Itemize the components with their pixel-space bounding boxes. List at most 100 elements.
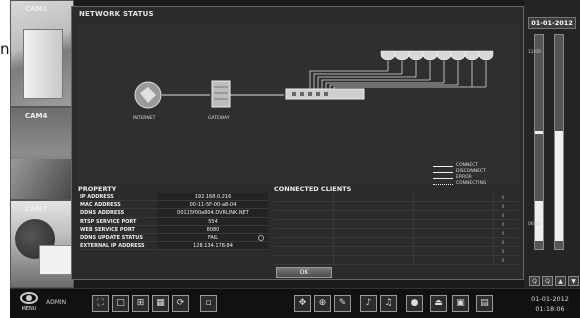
menu-button[interactable]: MENU <box>16 291 42 317</box>
camera-tile-4[interactable]: CAM4 <box>10 107 74 200</box>
property-value: 00115f00a804.DVRLINK.NET <box>158 209 268 217</box>
property-key: DDNS ADDRESS <box>80 210 125 217</box>
client-cell <box>414 193 494 202</box>
system-datetime: 01-01-2012 01:18:06 <box>522 294 578 314</box>
client-row: X <box>274 202 518 211</box>
client-cell <box>334 202 414 211</box>
property-row: IP ADDRESS 192.168.0.216 <box>78 193 268 202</box>
network-icon[interactable]: ▣ <box>452 295 469 312</box>
client-cell <box>274 220 334 229</box>
camera-icons <box>309 50 494 89</box>
client-cell <box>274 211 334 220</box>
property-value: 00-11-5F-00-a8-04 <box>158 201 268 209</box>
microphone-icon[interactable]: ♫ <box>380 295 397 312</box>
zoom-in-button[interactable]: Q <box>542 276 553 286</box>
client-cell <box>334 229 414 238</box>
client-cell <box>274 238 334 247</box>
ok-button[interactable]: OK <box>276 267 332 278</box>
client-cell <box>414 229 494 238</box>
edit-icon[interactable]: ✎ <box>334 295 351 312</box>
disconnect-client-button[interactable]: X <box>494 238 512 247</box>
property-row: MAC ADDRESS 00-11-5F-00-a8-04 <box>78 201 268 210</box>
zoom-icon[interactable]: ⊕ <box>314 295 331 312</box>
menu-label: MENU <box>21 306 37 312</box>
timeline-bar-left[interactable] <box>534 34 544 250</box>
client-cell <box>274 247 334 256</box>
clients-header: CONNECTED CLIENTS <box>274 185 352 193</box>
client-row: X <box>274 220 518 229</box>
network-topology <box>134 50 494 109</box>
disconnect-client-button[interactable]: X <box>494 247 512 256</box>
refresh-icon[interactable] <box>258 234 264 241</box>
camera-4-label: CAM4 <box>25 112 48 120</box>
property-key: EXTERNAL IP ADDRESS <box>80 243 145 250</box>
property-row: RTSP SERVICE PORT 554 <box>78 217 268 226</box>
dialog-title: NETWORK STATUS <box>79 10 154 18</box>
ptz-off-icon[interactable]: ▫ <box>200 295 217 312</box>
client-cell <box>334 238 414 247</box>
property-row: EXTERNAL IP ADDRESS 128.134.178.84 <box>78 242 268 251</box>
client-row: X <box>274 256 518 265</box>
client-cell <box>274 202 334 211</box>
client-cell <box>414 256 494 265</box>
network-diagram: INTERNET GATEWAY CONNECT DISCONNECT ERRO… <box>78 23 519 186</box>
fullscreen-icon[interactable]: ⛶ <box>92 295 109 312</box>
timeline-tick-label: 12:00 <box>528 50 541 55</box>
disconnect-client-button[interactable]: X <box>494 229 512 238</box>
client-cell <box>414 211 494 220</box>
switch-icon <box>285 88 365 100</box>
sequence-icon[interactable]: ⟳ <box>172 295 189 312</box>
scroll-up-button[interactable]: ▲ <box>555 276 566 286</box>
scroll-down-button[interactable]: ▼ <box>568 276 579 286</box>
legend-swatch <box>433 177 453 179</box>
property-key: DDNS UPDATE STATUS <box>80 234 143 241</box>
quad-view-icon[interactable]: ⊞ <box>132 295 149 312</box>
timeline-panel <box>524 0 580 288</box>
timeline-date[interactable]: 01-01-2012 <box>528 17 576 29</box>
eye-icon <box>20 292 38 304</box>
camera-tile-7[interactable]: CAM7 <box>10 200 74 288</box>
nine-view-icon[interactable]: ▦ <box>152 295 169 312</box>
camera-1-label: CAM1 <box>25 5 48 13</box>
eject-icon[interactable]: ⏏ <box>430 295 447 312</box>
client-cell <box>414 202 494 211</box>
property-row: DDNS ADDRESS 00115f00a804.DVRLINK.NET <box>78 209 268 218</box>
client-cell <box>274 229 334 238</box>
property-row: DDNS UPDATE STATUS FAIL <box>78 233 268 243</box>
user-label: ADMIN <box>46 299 67 306</box>
internet-icon <box>134 81 162 109</box>
speaker-icon[interactable]: ♪ <box>360 295 377 312</box>
ddns-status-text: FAIL <box>207 234 219 241</box>
disconnect-client-button[interactable]: X <box>494 220 512 229</box>
property-value: 128.134.178.84 <box>158 242 268 250</box>
client-cell <box>274 256 334 265</box>
client-cell <box>334 247 414 256</box>
timeline-segment <box>555 131 563 241</box>
timeline-segment <box>535 131 543 134</box>
property-key: MAC ADDRESS <box>80 202 121 209</box>
property-row: WEB SERVICE PORT 8080 <box>78 225 268 234</box>
gateway-label: GATEWAY <box>208 116 230 121</box>
disconnect-client-button[interactable]: X <box>494 202 512 211</box>
property-key: IP ADDRESS <box>80 194 114 200</box>
disconnect-client-button[interactable]: X <box>494 256 512 265</box>
zoom-out-button[interactable]: Q <box>529 276 540 286</box>
property-value: 554 <box>158 217 268 225</box>
single-view-icon[interactable]: □ <box>112 295 129 312</box>
client-cell <box>414 220 494 229</box>
ptz-icon[interactable]: ✥ <box>294 295 311 312</box>
property-header: PROPERTY <box>78 185 117 193</box>
timeline-controls: Q Q ▲ ▼ <box>529 276 579 286</box>
storage-icon[interactable]: ▤ <box>476 295 493 312</box>
connected-clients-table: CONNECTED CLIENTS X X X X X X X X <box>274 185 518 265</box>
property-key: WEB SERVICE PORT <box>80 226 135 233</box>
client-cell <box>334 193 414 202</box>
disconnect-client-button[interactable]: X <box>494 211 512 220</box>
camera-tile-1[interactable]: CAM1 <box>10 0 74 107</box>
alarm-icon[interactable]: ● <box>406 295 423 312</box>
client-cell <box>274 193 334 202</box>
dvr-screen: CAM1 CAM4 CAM7 NETWORK STATUS INTERNET G… <box>10 0 580 318</box>
timeline-bar-right[interactable] <box>554 34 564 250</box>
timeline-segment <box>535 201 543 241</box>
disconnect-client-button[interactable]: X <box>494 193 512 202</box>
